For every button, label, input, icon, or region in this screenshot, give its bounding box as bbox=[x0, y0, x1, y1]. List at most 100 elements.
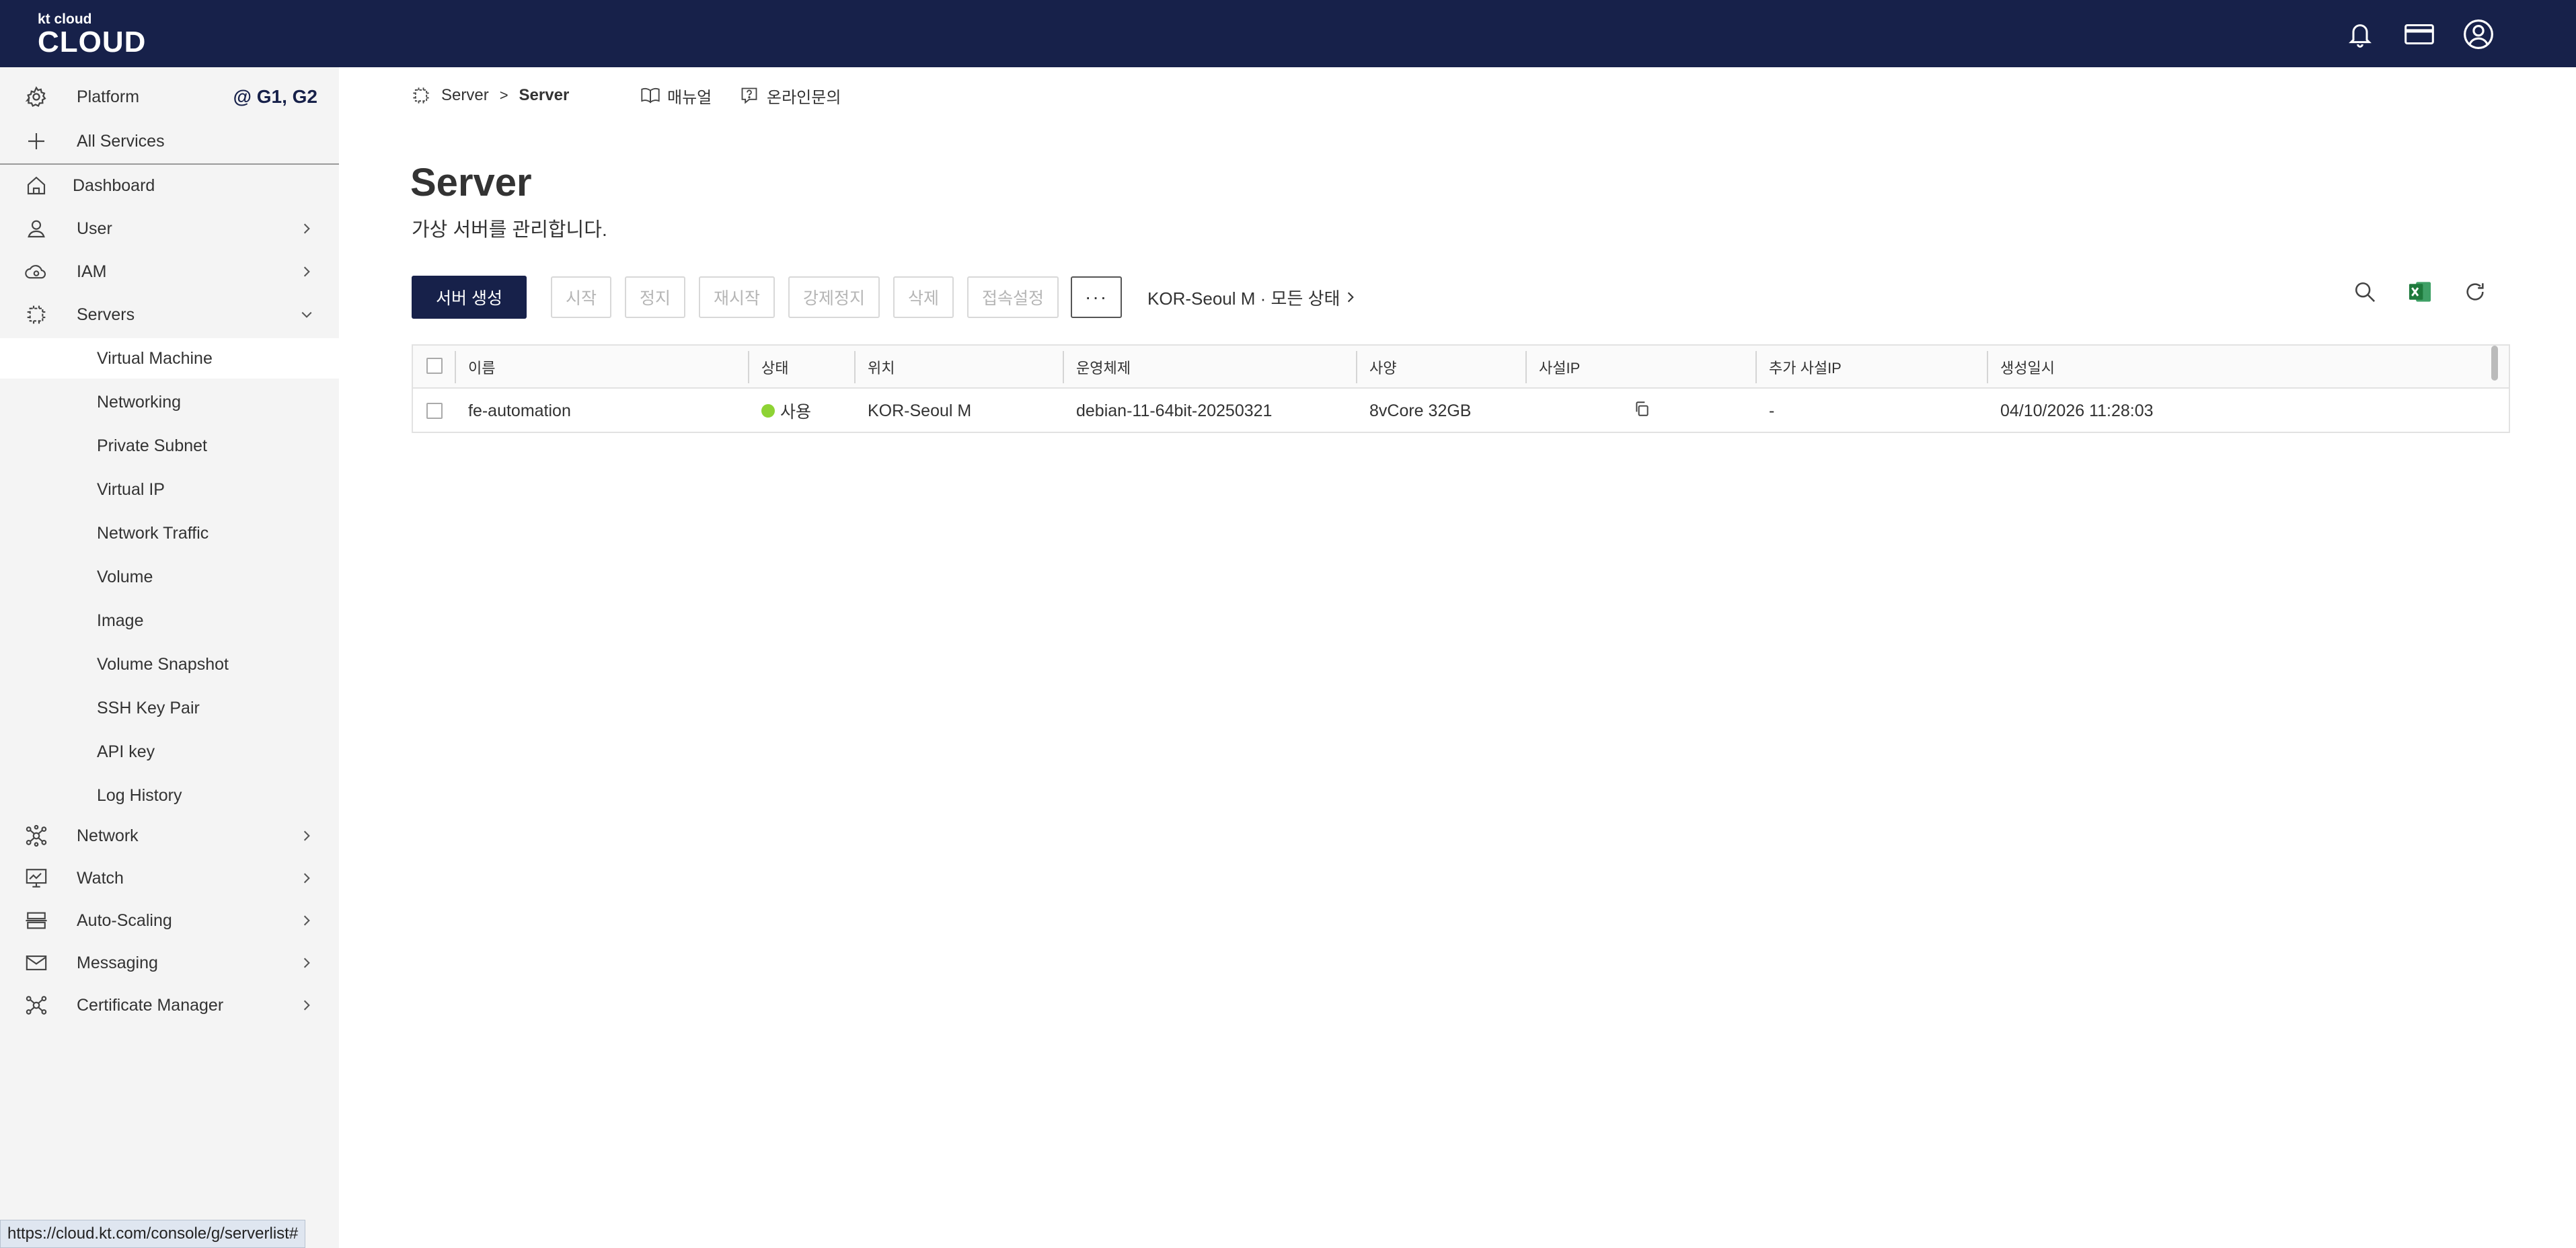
sidebar-subitem-network-traffic[interactable]: Network Traffic bbox=[0, 513, 339, 553]
access-settings-button[interactable]: 접속설정 bbox=[967, 276, 1059, 318]
gear-icon bbox=[24, 85, 48, 109]
column-divider bbox=[854, 351, 856, 383]
sidebar-divider bbox=[0, 163, 339, 165]
breadcrumb-root[interactable]: Server bbox=[441, 86, 489, 105]
sidebar-subitem-ssh-key-pair[interactable]: SSH Key Pair bbox=[0, 688, 339, 728]
network-icon bbox=[24, 824, 48, 848]
chip-icon bbox=[412, 85, 432, 106]
delete-button[interactable]: 삭제 bbox=[893, 276, 954, 318]
card-icon[interactable] bbox=[2402, 17, 2436, 51]
sidebar-subitem-virtual-machine[interactable]: Virtual Machine bbox=[0, 338, 339, 379]
sidebar-subitem-networking[interactable]: Networking bbox=[0, 382, 339, 422]
column-header-os[interactable]: 운영체제 bbox=[1076, 346, 1131, 389]
cell-os: debian-11-64bit-20250321 bbox=[1076, 401, 1273, 420]
column-header-name[interactable]: 이름 bbox=[468, 346, 495, 389]
sidebar-item-messaging[interactable]: Messaging bbox=[0, 943, 339, 983]
sidebar-subitem-label: Network Traffic bbox=[97, 523, 209, 543]
person-icon bbox=[24, 217, 48, 241]
online-inquiry-label: 온라인문의 bbox=[767, 88, 841, 107]
cell-extra-private-ip: - bbox=[1769, 401, 1775, 420]
create-server-button[interactable]: 서버 생성 bbox=[412, 276, 527, 319]
platform-tag[interactable]: @ G1, G2 bbox=[233, 86, 317, 108]
breadcrumb-current: Server bbox=[519, 86, 570, 104]
sidebar-subitem-volume-snapshot[interactable]: Volume Snapshot bbox=[0, 644, 339, 685]
chevron-down-icon bbox=[300, 308, 313, 321]
sidebar-item-user[interactable]: User bbox=[0, 208, 339, 249]
column-header-extra-private-ip[interactable]: 추가 사설IP bbox=[1769, 346, 1842, 389]
table-header: 이름 상태 위치 운영체제 사양 사설IP 추가 사설IP 생성일시 bbox=[413, 346, 2509, 389]
column-header-created[interactable]: 생성일시 bbox=[2000, 346, 2055, 389]
sidebar-item-network[interactable]: Network bbox=[0, 816, 339, 856]
column-divider bbox=[1755, 351, 1757, 383]
all-services-label: All Services bbox=[77, 131, 165, 151]
bell-icon[interactable] bbox=[2343, 17, 2377, 51]
row-checkbox[interactable] bbox=[426, 403, 443, 419]
breadcrumb-separator: > bbox=[499, 87, 508, 104]
cell-private-ip bbox=[1633, 389, 1651, 433]
search-icon[interactable] bbox=[2351, 278, 2378, 305]
column-header-private-ip[interactable]: 사설IP bbox=[1539, 346, 1580, 389]
all-services-button[interactable]: All Services bbox=[0, 121, 339, 161]
sidebar-subitem-label: Private Subnet bbox=[97, 436, 207, 455]
logo-big-text: CLOUD bbox=[38, 26, 147, 58]
sidebar-subitem-volume[interactable]: Volume bbox=[0, 557, 339, 597]
monitor-icon bbox=[24, 866, 48, 890]
sidebar-item-watch[interactable]: Watch bbox=[0, 858, 339, 898]
sidebar-subitem-private-subnet[interactable]: Private Subnet bbox=[0, 426, 339, 466]
platform-label: Platform bbox=[77, 87, 140, 106]
sidebar-subitem-api-key[interactable]: API key bbox=[0, 732, 339, 772]
chip-icon bbox=[24, 303, 48, 327]
sidebar-item-iam[interactable]: IAM bbox=[0, 251, 339, 292]
kt-cloud-logo[interactable]: kt cloud CLOUD bbox=[38, 12, 146, 58]
sidebar-item-dashboard[interactable]: Dashboard bbox=[0, 165, 339, 206]
sidebar-item-label: Certificate Manager bbox=[77, 995, 224, 1015]
home-icon bbox=[24, 173, 48, 198]
plus-icon bbox=[24, 129, 48, 153]
sidebar-subitem-label: Networking bbox=[97, 392, 182, 412]
sidebar-item-label: Watch bbox=[77, 868, 124, 888]
column-divider bbox=[1063, 351, 1064, 383]
sidebar-subitem-log-history[interactable]: Log History bbox=[0, 775, 339, 816]
chevron-right-icon bbox=[300, 999, 313, 1012]
breadcrumb: Server > Server bbox=[412, 82, 569, 109]
chevron-right-icon bbox=[300, 871, 313, 885]
cell-status: 사용 bbox=[761, 389, 811, 433]
force-stop-button[interactable]: 강제정지 bbox=[788, 276, 880, 318]
restart-button[interactable]: 재시작 bbox=[698, 276, 775, 318]
sidebar-subitem-virtual-ip[interactable]: Virtual IP bbox=[0, 469, 339, 510]
sidebar-subitem-image[interactable]: Image bbox=[0, 600, 339, 641]
column-header-status[interactable]: 상태 bbox=[761, 346, 788, 389]
cell-name[interactable]: fe-automation bbox=[468, 389, 571, 433]
region-status-filter[interactable]: KOR-Seoul M · 모든 상태 bbox=[1147, 285, 1355, 310]
platform-selector[interactable]: Platform @ G1, G2 bbox=[0, 75, 339, 118]
top-navigation-bar: kt cloud CLOUD bbox=[0, 0, 2576, 67]
sidebar-item-servers[interactable]: Servers bbox=[0, 295, 339, 335]
table-row[interactable]: fe-automation 사용 KOR-Seoul M debian-11-6… bbox=[413, 389, 2509, 433]
stop-button[interactable]: 정지 bbox=[624, 276, 685, 318]
column-header-spec[interactable]: 사양 bbox=[1369, 346, 1396, 389]
start-button[interactable]: 시작 bbox=[550, 276, 611, 318]
sidebar-subitem-label: Virtual Machine bbox=[97, 348, 213, 368]
sidebar-subitem-label: SSH Key Pair bbox=[97, 698, 200, 717]
column-header-location[interactable]: 위치 bbox=[868, 346, 895, 389]
status-dot bbox=[761, 404, 775, 418]
chevron-right-icon bbox=[300, 265, 313, 278]
cloud-icon bbox=[24, 260, 48, 284]
user-circle-icon[interactable] bbox=[2462, 17, 2495, 51]
more-options-button[interactable]: ··· bbox=[1071, 276, 1123, 318]
table-scrollbar[interactable] bbox=[2491, 346, 2498, 381]
sidebar-item-label: Servers bbox=[77, 305, 135, 324]
chevron-right-icon bbox=[300, 829, 313, 843]
page-title: Server bbox=[410, 161, 532, 204]
copy-icon[interactable] bbox=[1633, 400, 1651, 422]
refresh-icon[interactable] bbox=[2462, 278, 2489, 305]
online-inquiry-link[interactable]: 온라인문의 bbox=[740, 82, 841, 109]
excel-export-icon[interactable] bbox=[2407, 278, 2433, 305]
help-icon bbox=[740, 85, 760, 106]
sidebar-item-auto-scaling[interactable]: Auto-Scaling bbox=[0, 900, 339, 941]
manual-link[interactable]: 매뉴얼 bbox=[640, 82, 712, 109]
sidebar-item-certificate-manager[interactable]: Certificate Manager bbox=[0, 985, 339, 1025]
select-all-checkbox[interactable] bbox=[426, 358, 443, 374]
sidebar-subitem-label: Volume bbox=[97, 567, 153, 586]
chevron-right-icon bbox=[1347, 291, 1355, 303]
